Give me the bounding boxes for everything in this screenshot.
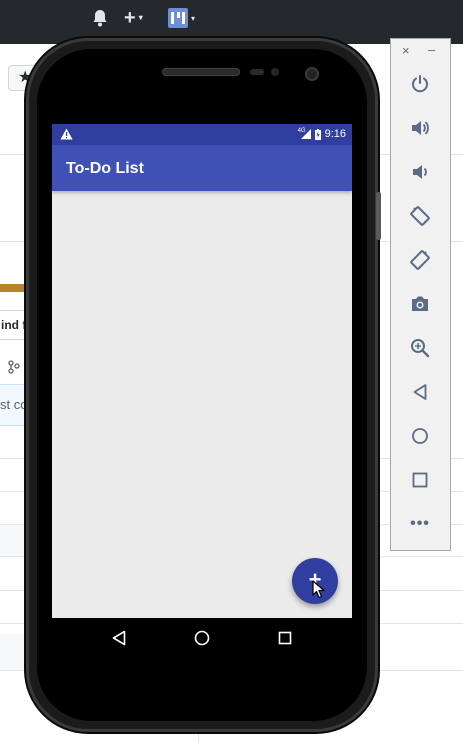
new-menu-button[interactable]: + ▾ (124, 7, 154, 29)
emulator-toolbar: × – ••• (390, 38, 451, 551)
overview-icon (412, 472, 428, 488)
volume-down-button[interactable] (405, 157, 435, 187)
status-time: 9:16 (324, 128, 346, 140)
more-icon: ••• (410, 515, 430, 532)
volume-up-icon (412, 121, 429, 135)
volume-rocker[interactable] (376, 192, 381, 240)
light-sensor (271, 68, 279, 76)
nav-back-button[interactable] (109, 628, 129, 648)
home-button[interactable] (405, 421, 435, 451)
device-screen[interactable]: 4G 9:16 To-Do List + (52, 124, 352, 618)
proximity-sensor (250, 69, 264, 75)
avatar-menu-button[interactable]: ▾ (168, 8, 202, 28)
front-camera (305, 67, 319, 81)
home-icon (412, 428, 428, 444)
emulator-toolbar-header: × – (391, 39, 450, 63)
zoom-icon (411, 339, 430, 358)
camera-icon (412, 296, 428, 311)
volume-up-button[interactable] (405, 113, 435, 143)
screenshot-button[interactable] (405, 289, 435, 319)
rotate-left-icon (410, 206, 430, 226)
plus-icon: + (124, 7, 136, 29)
recents-icon (278, 631, 292, 645)
warning-icon (60, 128, 73, 140)
branch-icon (8, 360, 20, 377)
chevron-down-icon: ▾ (138, 13, 143, 22)
overview-button[interactable] (405, 465, 435, 495)
minimize-icon[interactable]: – (428, 42, 435, 57)
bell-icon[interactable] (92, 9, 108, 27)
home-icon (194, 630, 210, 646)
zoom-button[interactable] (405, 333, 435, 363)
rotate-right-icon (410, 250, 430, 270)
mouse-cursor-icon (312, 580, 325, 599)
earpiece-speaker (162, 68, 240, 76)
android-nav-bar (52, 618, 352, 658)
rotate-left-button[interactable] (405, 201, 435, 231)
power-button[interactable] (405, 69, 435, 99)
chevron-down-icon: ▾ (191, 13, 196, 23)
nav-home-button[interactable] (192, 628, 212, 648)
battery-charging-icon (314, 128, 321, 140)
app-bar: To-Do List (52, 145, 352, 191)
back-button[interactable] (405, 377, 435, 407)
status-bar: 4G 9:16 (52, 124, 352, 145)
close-icon[interactable]: × (402, 43, 410, 58)
back-icon (413, 384, 427, 400)
rotate-right-button[interactable] (405, 245, 435, 275)
back-icon (112, 630, 126, 646)
volume-down-icon (413, 165, 427, 179)
nav-recents-button[interactable] (275, 628, 295, 648)
power-icon (412, 75, 428, 93)
app-title: To-Do List (66, 160, 144, 177)
more-options-button[interactable]: ••• (405, 509, 435, 539)
signal-icon (300, 129, 311, 139)
avatar-icon (168, 8, 188, 28)
